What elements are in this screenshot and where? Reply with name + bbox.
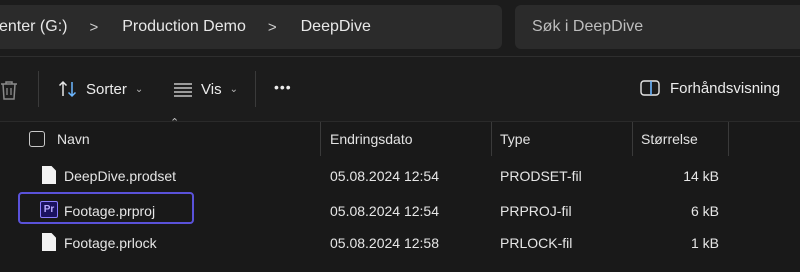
file-name: Footage.prlock [64, 235, 157, 251]
column-header-row: ⌃ Navn Endringsdato Type Størrelse [0, 117, 800, 156]
chevron-down-icon: ⌄ [229, 83, 238, 95]
breadcrumb-item-deepdive[interactable]: DeepDive [301, 18, 371, 36]
breadcrumb-item-drive[interactable]: enter (G:) [0, 18, 67, 36]
sort-label: Sorter [86, 80, 127, 98]
file-name: DeepDive.prodset [64, 168, 177, 184]
document-icon [42, 166, 56, 184]
file-row[interactable]: DeepDive.prodset 05.08.2024 12:54 PRODSE… [0, 159, 800, 192]
column-header-date[interactable]: Endringsdato [330, 131, 413, 147]
breadcrumb-chevron-icon[interactable]: > [268, 19, 277, 36]
file-date: 05.08.2024 12:54 [330, 203, 439, 219]
file-date: 05.08.2024 12:54 [330, 168, 439, 184]
file-date: 05.08.2024 12:58 [330, 235, 439, 251]
toolbar-separator [255, 71, 256, 107]
delete-button[interactable] [0, 80, 18, 100]
file-row-selected[interactable]: Pr Footage.prproj 05.08.2024 12:54 PRPRO… [0, 192, 800, 227]
file-size: 6 kB [690, 203, 719, 219]
premiere-pro-icon: Pr [40, 201, 58, 218]
column-divider[interactable] [320, 122, 321, 156]
breadcrumb-item-production-demo[interactable]: Production Demo [122, 18, 246, 36]
more-icon: ••• [274, 79, 292, 95]
sort-button[interactable]: Sorter ⌄ [58, 79, 143, 99]
view-list-icon [174, 83, 192, 97]
column-divider[interactable] [632, 122, 633, 156]
more-options-button[interactable]: ••• [274, 79, 292, 95]
preview-pane-icon [640, 80, 660, 96]
address-bar: enter (G:) > Production Demo > DeepDive … [0, 0, 800, 56]
select-all-checkbox[interactable] [29, 131, 45, 147]
file-name: Footage.prproj [64, 203, 156, 219]
file-size: 1 kB [690, 235, 719, 251]
column-header-type[interactable]: Type [500, 131, 530, 147]
sort-icon [58, 80, 77, 98]
search-input[interactable]: Søk i DeepDive [515, 5, 800, 49]
chevron-down-icon: ⌄ [134, 83, 144, 95]
file-row[interactable]: Footage.prlock 05.08.2024 12:58 PRLOCK-f… [0, 226, 800, 259]
view-button[interactable]: Vis ⌄ [173, 79, 238, 99]
column-divider[interactable] [491, 122, 492, 156]
file-type: PRODSET-fil [500, 168, 582, 184]
column-header-name[interactable]: Navn [57, 131, 90, 147]
trash-icon [1, 81, 17, 100]
document-icon [42, 233, 56, 251]
column-divider[interactable] [728, 122, 729, 156]
search-placeholder: Søk i DeepDive [532, 18, 644, 35]
file-size: 14 kB [683, 168, 719, 184]
file-type: PRPROJ-fil [500, 203, 572, 219]
toolbar-separator [38, 71, 39, 107]
view-label: Vis [201, 80, 222, 98]
column-header-size[interactable]: Størrelse [641, 131, 698, 147]
breadcrumb: enter (G:) > Production Demo > DeepDive [0, 5, 502, 49]
preview-pane-button[interactable]: Forhåndsvisning [640, 79, 780, 97]
breadcrumb-chevron-icon[interactable]: > [89, 19, 98, 36]
file-type: PRLOCK-fil [500, 235, 573, 251]
sort-ascending-icon: ⌃ [170, 117, 180, 129]
preview-label: Forhåndsvisning [670, 79, 781, 97]
